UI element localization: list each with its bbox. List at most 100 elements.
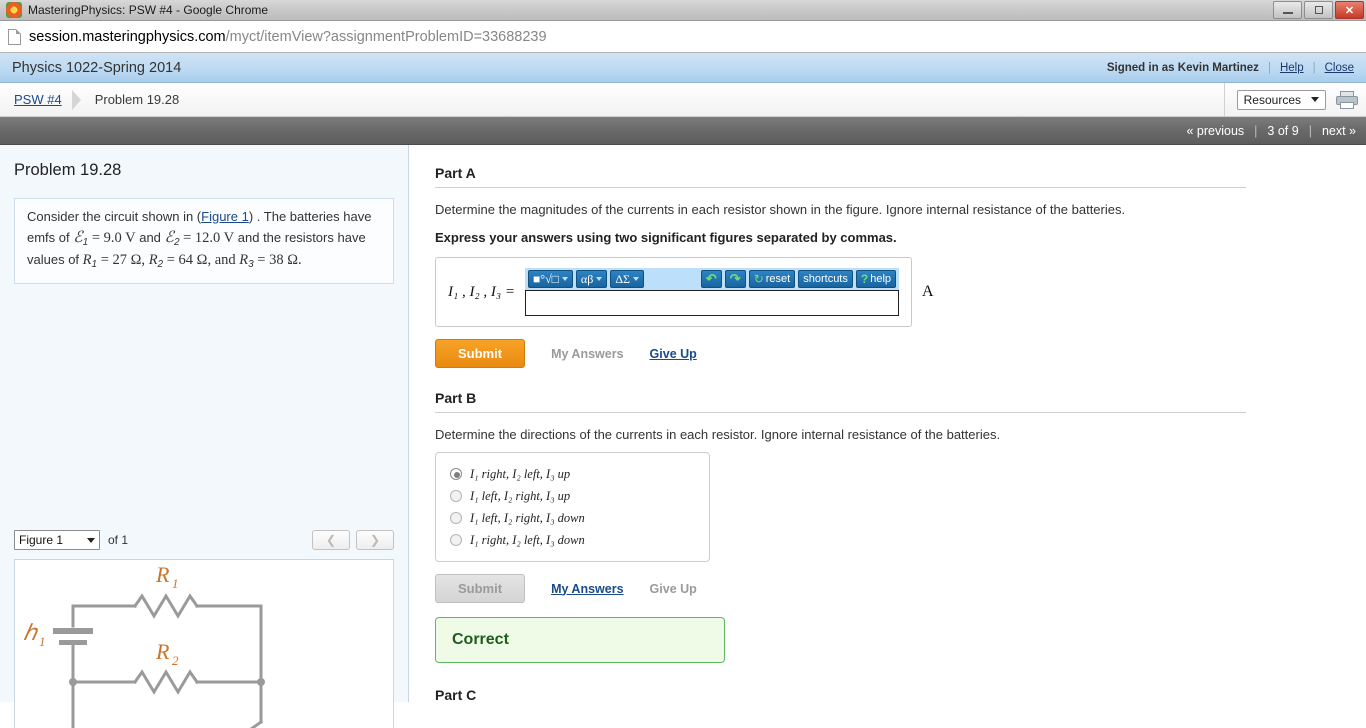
r1-subscript: 1 — [91, 259, 98, 271]
part-a-give-up-link[interactable]: Give Up — [650, 347, 697, 361]
divider: | — [1312, 61, 1316, 74]
resources-dropdown[interactable]: Resources — [1236, 89, 1326, 110]
radio-button[interactable] — [450, 490, 462, 502]
figure-prev-button[interactable]: ❮ — [312, 530, 350, 550]
part-a-actions: Submit My Answers Give Up — [435, 339, 1306, 368]
part-c: Part C Determine the magnitudes of the c… — [435, 687, 1366, 702]
radio-button[interactable] — [450, 468, 462, 480]
emf1-subscript: 1 — [82, 236, 89, 248]
print-icon[interactable] — [1336, 90, 1358, 109]
part-a-my-answers-link[interactable]: My Answers — [551, 347, 623, 361]
chrome-favicon-icon — [6, 2, 22, 18]
part-a-prompt: Determine the magnitudes of the currents… — [435, 202, 1126, 217]
reset-label: reset — [765, 273, 791, 285]
figure-nav: ❮ ❯ — [312, 530, 394, 550]
part-a-answer-row: I₁ , I₂ , I₃ = ■°√□ αβ ΔΣ ↶ ↷ ↻ reset sh… — [435, 257, 1306, 327]
r2-subscript: 2 — [157, 259, 164, 271]
breadcrumb: PSW #4 Problem 19.28 Resources — [0, 83, 1366, 117]
divider: | — [1254, 123, 1258, 138]
emf2-value: = 12.0 V — [183, 229, 235, 246]
divider: | — [1308, 123, 1312, 138]
browser-tab-title[interactable]: MasteringPhysics: PSW #4 - Google Chrome — [28, 3, 268, 17]
help-label: help — [870, 273, 892, 285]
circuit-diagram: R 1 R 2 R 3 ℎ 1 ℎ 2 — [23, 562, 265, 728]
pager-position: 3 of 9 — [1267, 123, 1299, 138]
browser-titlebar: MasteringPhysics: PSW #4 - Google Chrome… — [0, 0, 1366, 21]
breadcrumb-arrow-icon — [71, 89, 81, 110]
r2-symbol: R — [148, 252, 158, 269]
part-b-my-answers-link[interactable]: My Answers — [551, 582, 623, 596]
part-a-instruction: Express your answers using two significa… — [435, 230, 897, 245]
figure-label-emf1-sub: 1 — [39, 634, 46, 649]
chevron-down-icon — [1311, 97, 1319, 102]
url-domain: session.masteringphysics.com — [29, 28, 226, 45]
figure-count-label: of 1 — [108, 533, 129, 547]
figure-next-button[interactable]: ❯ — [356, 530, 394, 550]
window-controls: ✕ — [1273, 1, 1364, 19]
r3-symbol: R — [239, 252, 249, 269]
emf2-subscript: 2 — [173, 236, 180, 248]
course-title: Physics 1022-Spring 2014 — [12, 59, 182, 76]
signed-in-label: Signed in as Kevin Martinez — [1106, 61, 1259, 74]
redo-icon[interactable]: ↷ — [724, 270, 746, 288]
radio-button[interactable] — [450, 512, 462, 524]
breadcrumb-tools: Resources — [1223, 83, 1358, 116]
undo-icon[interactable]: ↶ — [700, 270, 722, 288]
shortcuts-button[interactable]: shortcuts — [798, 270, 853, 288]
symbols-menu-button[interactable]: ΔΣ — [610, 270, 645, 288]
problem-pager: « previous | 3 of 9 | next » — [0, 117, 1366, 145]
figure-label-r2: R — [155, 639, 170, 664]
choice-option[interactable]: I₁ left, I₂ right, I₃ up — [450, 485, 697, 507]
header-account-area: Signed in as Kevin Martinez | Help | Clo… — [1107, 53, 1354, 82]
statement-line1a: Consider the circuit shown in ( — [27, 209, 202, 224]
choice-label: I₁ left, I₂ right, I₃ down — [470, 510, 585, 525]
r3-subscript: 3 — [248, 259, 254, 271]
figure-select-value: Figure 1 — [19, 533, 64, 547]
part-b-heading: Part B — [435, 390, 1246, 413]
figure-select[interactable]: Figure 1 — [14, 530, 100, 550]
part-a: Part A Determine the magnitudes of the c… — [435, 165, 1366, 368]
choice-option[interactable]: I₁ right, I₂ left, I₃ down — [450, 529, 697, 551]
symbols-glyph: ΔΣ — [615, 271, 631, 286]
part-b-give-up-link: Give Up — [649, 581, 697, 596]
problem-sidebar: Problem 19.28 Consider the circuit shown… — [0, 145, 409, 728]
choice-option[interactable]: I₁ left, I₂ right, I₃ down — [450, 507, 697, 529]
choice-option[interactable]: I₁ right, I₂ left, I₃ up — [450, 463, 697, 485]
breadcrumb-assignment-link[interactable]: PSW #4 — [14, 92, 62, 107]
previous-problem-link[interactable]: « previous — [1186, 124, 1244, 138]
r1-value: = 27 Ω, — [100, 252, 146, 269]
reset-button[interactable]: ↻ reset — [748, 270, 796, 288]
radio-button[interactable] — [450, 534, 462, 546]
figure-panel[interactable]: R 1 R 2 R 3 ℎ 1 ℎ 2 — [14, 559, 394, 728]
figure-1-link[interactable]: Figure 1 — [201, 209, 249, 224]
template-menu-button[interactable]: ■°√□ — [528, 270, 573, 288]
problem-statement: Consider the circuit shown in (Figure 1)… — [14, 198, 394, 284]
close-link[interactable]: Close — [1325, 62, 1354, 74]
figure-label-emf1: ℎ — [23, 620, 39, 645]
help-button[interactable]: ? help — [855, 270, 897, 288]
figure-label-r2-sub: 2 — [172, 653, 179, 668]
emf1-symbol: ℰ — [73, 228, 83, 246]
figure-label-r1: R — [155, 562, 170, 587]
next-problem-link[interactable]: next » — [1322, 124, 1356, 138]
part-a-heading: Part A — [435, 165, 1246, 188]
help-link[interactable]: Help — [1280, 62, 1304, 74]
part-a-submit-button[interactable]: Submit — [435, 339, 526, 368]
answer-input[interactable] — [525, 290, 900, 316]
close-window-button[interactable]: ✕ — [1335, 1, 1364, 19]
greek-menu-button[interactable]: αβ — [575, 270, 608, 288]
template-glyph: ■°√□ — [533, 271, 559, 286]
minimize-button[interactable] — [1273, 1, 1302, 19]
conjunction: and — [139, 229, 161, 245]
r1-symbol: R — [82, 252, 92, 269]
statement-line1b: ) . The batteries have — [248, 209, 372, 224]
browser-urlbar[interactable]: session.masteringphysics.com/myct/itemVi… — [0, 21, 1366, 53]
breadcrumb-current: Problem 19.28 — [94, 92, 180, 107]
divider: | — [1267, 61, 1271, 74]
math-toolbar: ■°√□ αβ ΔΣ ↶ ↷ ↻ reset shortcuts ? help — [525, 268, 900, 290]
part-b-feedback: Correct — [435, 617, 725, 663]
choice-label: I₁ right, I₂ left, I₃ up — [470, 466, 571, 481]
emf2-symbol: ℰ — [164, 228, 174, 246]
restore-button[interactable] — [1304, 1, 1333, 19]
feedback-text: Correct — [452, 631, 509, 648]
